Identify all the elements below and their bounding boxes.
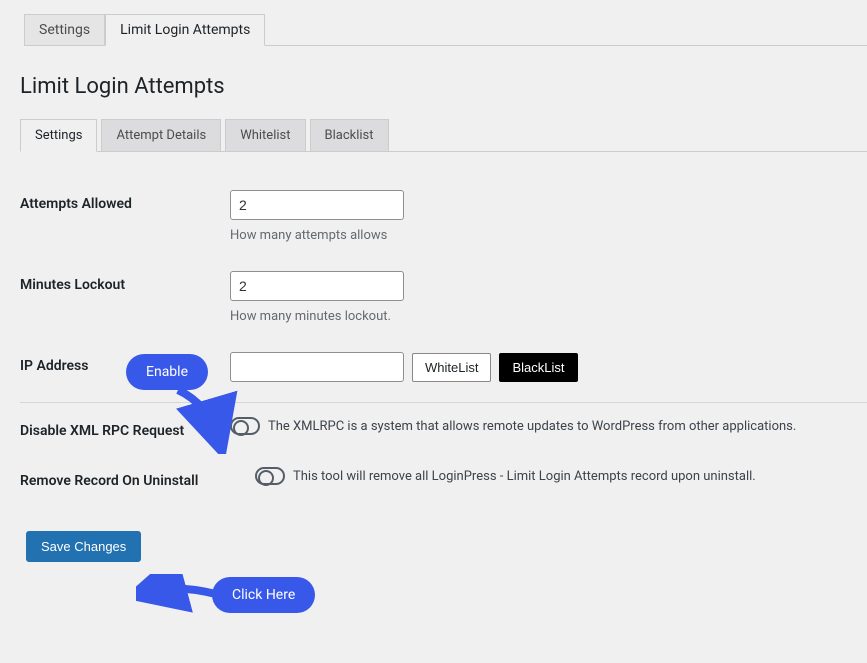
- tab-attempt-details[interactable]: Attempt Details: [101, 119, 221, 151]
- remove-desc: This tool will remove all LoginPress - L…: [293, 469, 756, 484]
- attempts-input[interactable]: [230, 190, 404, 220]
- blacklist-button[interactable]: BlackList: [499, 353, 577, 382]
- row-remove-record: Remove Record On Uninstall This tool wil…: [20, 453, 867, 503]
- row-ip-address: IP Address WhiteList BlackList: [20, 338, 867, 403]
- xmlrpc-desc: The XMLRPC is a system that allows remot…: [268, 419, 796, 434]
- tab-settings[interactable]: Settings: [20, 119, 97, 152]
- row-attempts-allowed: Attempts Allowed How many attempts allow…: [20, 176, 867, 257]
- tab-limit-login[interactable]: Limit Login Attempts: [105, 14, 265, 46]
- xmlrpc-label: Disable XML RPC Request: [20, 417, 230, 439]
- whitelist-button[interactable]: WhiteList: [412, 353, 491, 382]
- minutes-label: Minutes Lockout: [20, 271, 230, 293]
- top-tab-bar: Settings Limit Login Attempts: [24, 14, 867, 46]
- save-button[interactable]: Save Changes: [26, 531, 141, 562]
- tab-whitelist[interactable]: Whitelist: [225, 119, 305, 151]
- minutes-input[interactable]: [230, 271, 404, 301]
- callout-click-here: Click Here: [212, 577, 315, 613]
- row-minutes-lockout: Minutes Lockout How many minutes lockout…: [20, 257, 867, 338]
- attempts-desc: How many attempts allows: [230, 228, 867, 243]
- attempts-label: Attempts Allowed: [20, 190, 230, 212]
- page-title: Limit Login Attempts: [20, 74, 867, 99]
- settings-form: Attempts Allowed How many attempts allow…: [20, 176, 867, 503]
- arrow-click-icon: [136, 574, 226, 614]
- tab-settings-top[interactable]: Settings: [24, 14, 105, 45]
- minutes-desc: How many minutes lockout.: [230, 309, 867, 324]
- xmlrpc-toggle[interactable]: [230, 417, 260, 435]
- ip-label: IP Address: [20, 352, 230, 374]
- remove-label: Remove Record On Uninstall: [20, 467, 255, 489]
- tab-blacklist[interactable]: Blacklist: [310, 119, 389, 151]
- row-disable-xmlrpc: Disable XML RPC Request The XMLRPC is a …: [20, 403, 867, 453]
- ip-input[interactable]: [230, 352, 404, 382]
- remove-toggle[interactable]: [255, 467, 285, 485]
- sub-tab-bar: Settings Attempt Details Whitelist Black…: [20, 119, 867, 152]
